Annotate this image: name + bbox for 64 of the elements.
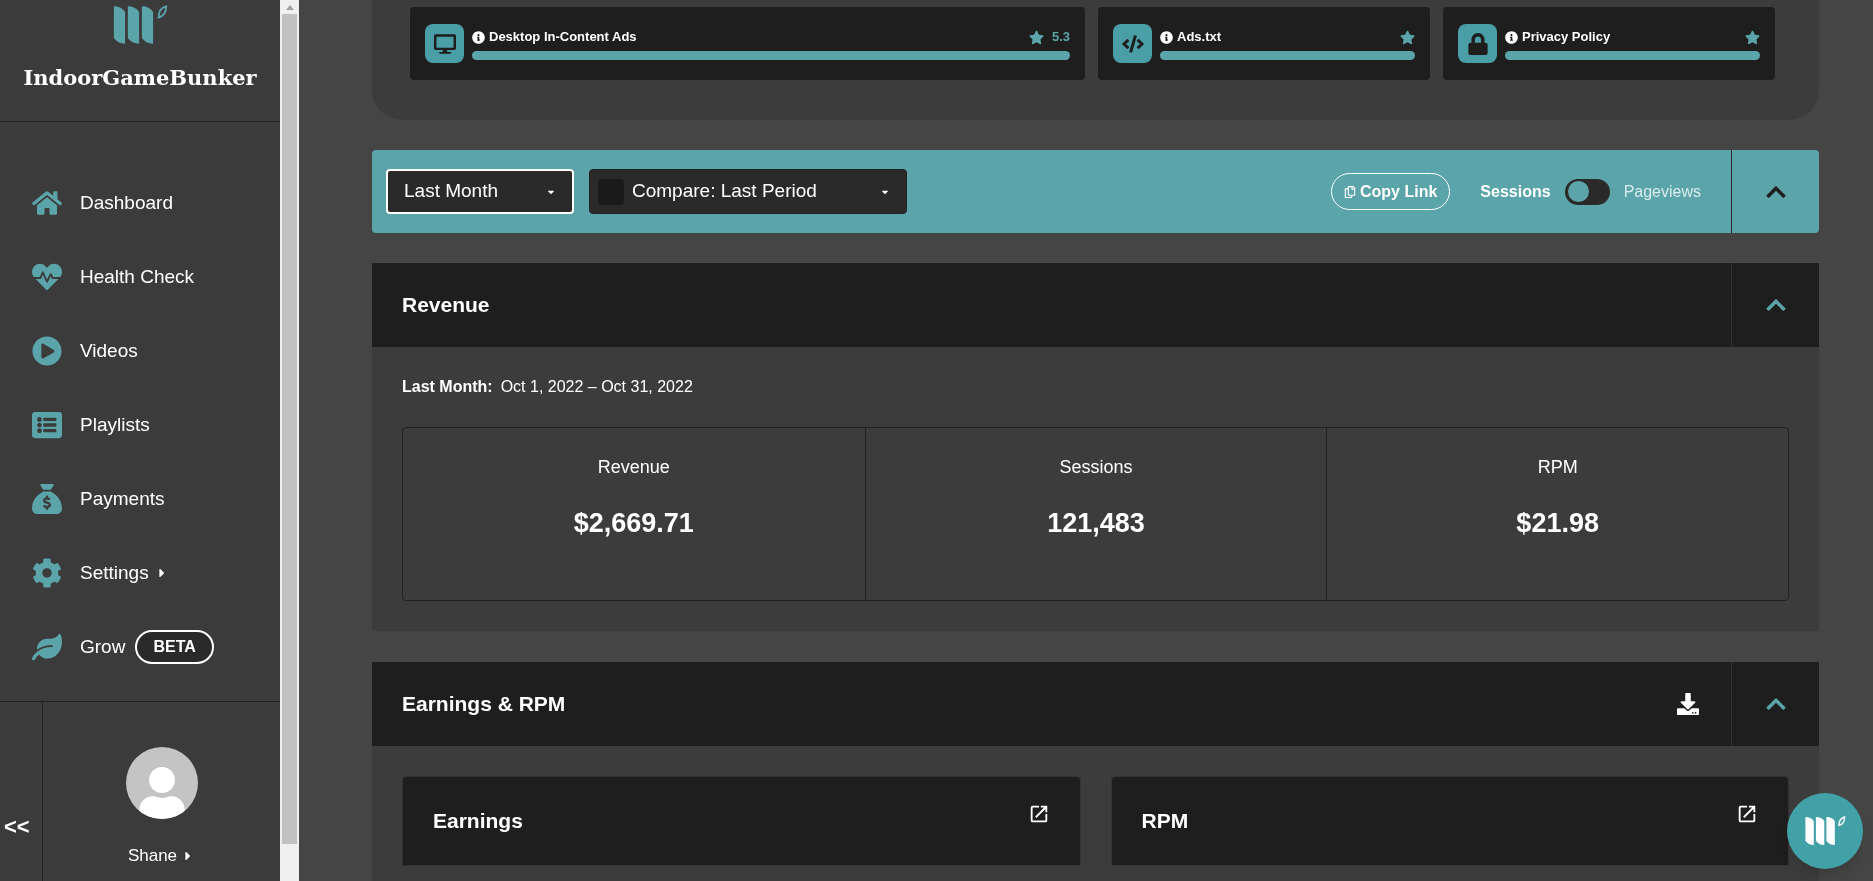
copy-icon bbox=[1344, 185, 1356, 198]
leaf-icon bbox=[32, 632, 62, 662]
home-icon bbox=[32, 188, 62, 218]
play-icon bbox=[32, 336, 62, 366]
check-card[interactable]: Privacy Policy bbox=[1443, 7, 1775, 80]
site-name: IndoorGameBunker bbox=[23, 64, 257, 92]
open-external-icon[interactable] bbox=[1736, 803, 1758, 825]
user-menu[interactable]: Shane bbox=[127, 843, 196, 869]
nav-item[interactable]: Dashboard bbox=[0, 166, 280, 240]
logo-icon bbox=[112, 4, 168, 46]
check-card[interactable]: Desktop In-Content Ads 5.3 bbox=[410, 7, 1085, 80]
heartbeat-icon bbox=[32, 262, 62, 292]
metric-toggle[interactable] bbox=[1564, 178, 1610, 205]
info-icon[interactable] bbox=[1505, 30, 1518, 44]
stat-label: Revenue bbox=[597, 456, 670, 479]
stat-value: $2,669.71 bbox=[573, 507, 694, 540]
section-title: Earnings & RPM bbox=[402, 691, 567, 718]
list-icon bbox=[32, 410, 62, 440]
stat-value: $21.98 bbox=[1516, 507, 1599, 540]
collapse-button[interactable]: << bbox=[0, 702, 43, 881]
monitor-icon bbox=[425, 24, 464, 63]
nav-item[interactable]: Playlists bbox=[0, 388, 280, 462]
card-title: Earnings bbox=[433, 808, 523, 835]
nav-label: Payments bbox=[80, 486, 165, 511]
nav-label: Dashboard bbox=[80, 190, 173, 215]
section-title: Revenue bbox=[402, 292, 491, 319]
nav-item[interactable]: Grow BETA bbox=[0, 610, 280, 684]
settings-icon bbox=[32, 558, 62, 588]
info-icon[interactable] bbox=[472, 30, 485, 44]
download-icon[interactable] bbox=[1677, 693, 1699, 715]
score: 5.3 bbox=[1051, 28, 1070, 47]
check-title: Privacy Policy bbox=[1522, 28, 1612, 47]
nav-label: Playlists bbox=[80, 412, 150, 437]
code-icon bbox=[1113, 24, 1152, 63]
pageviews-label: Pageviews bbox=[1623, 181, 1701, 202]
star-icon bbox=[1745, 29, 1760, 45]
beta-badge: BETA bbox=[135, 630, 214, 664]
check-card[interactable]: Ads.txt bbox=[1098, 7, 1430, 80]
nav-item[interactable]: Health Check bbox=[0, 240, 280, 314]
star-icon bbox=[1400, 29, 1415, 45]
nav-item[interactable]: Settings bbox=[0, 536, 280, 610]
nav-label: Grow bbox=[80, 634, 126, 659]
nav-label: Settings bbox=[80, 560, 149, 585]
nav-label: Videos bbox=[80, 338, 138, 363]
star-icon bbox=[1028, 29, 1044, 45]
stat-value: 121,483 bbox=[1047, 507, 1145, 540]
nav-label: Health Check bbox=[80, 264, 195, 289]
check-title: Desktop In-Content Ads bbox=[489, 28, 638, 47]
card-title: RPM bbox=[1141, 808, 1189, 835]
nav-item[interactable]: Payments bbox=[0, 462, 280, 536]
period-label: Last Month: bbox=[402, 377, 493, 397]
period-dropdown[interactable]: Last Month bbox=[386, 169, 574, 214]
info-icon[interactable] bbox=[1160, 30, 1173, 44]
money-bag-icon bbox=[32, 484, 62, 514]
logo-icon bbox=[1804, 815, 1846, 847]
compare-dropdown[interactable]: Compare: Last Period bbox=[589, 169, 907, 214]
check-title: Ads.txt bbox=[1177, 28, 1223, 47]
sessions-label: Sessions bbox=[1480, 181, 1551, 202]
lock-icon bbox=[1458, 24, 1497, 63]
stat-label: RPM bbox=[1537, 456, 1578, 479]
nav-item[interactable]: Videos bbox=[0, 314, 280, 388]
scrollbar[interactable] bbox=[280, 0, 299, 881]
period-range: Oct 1, 2022 – Oct 31, 2022 bbox=[500, 377, 693, 397]
stat-label: Sessions bbox=[1059, 456, 1133, 479]
